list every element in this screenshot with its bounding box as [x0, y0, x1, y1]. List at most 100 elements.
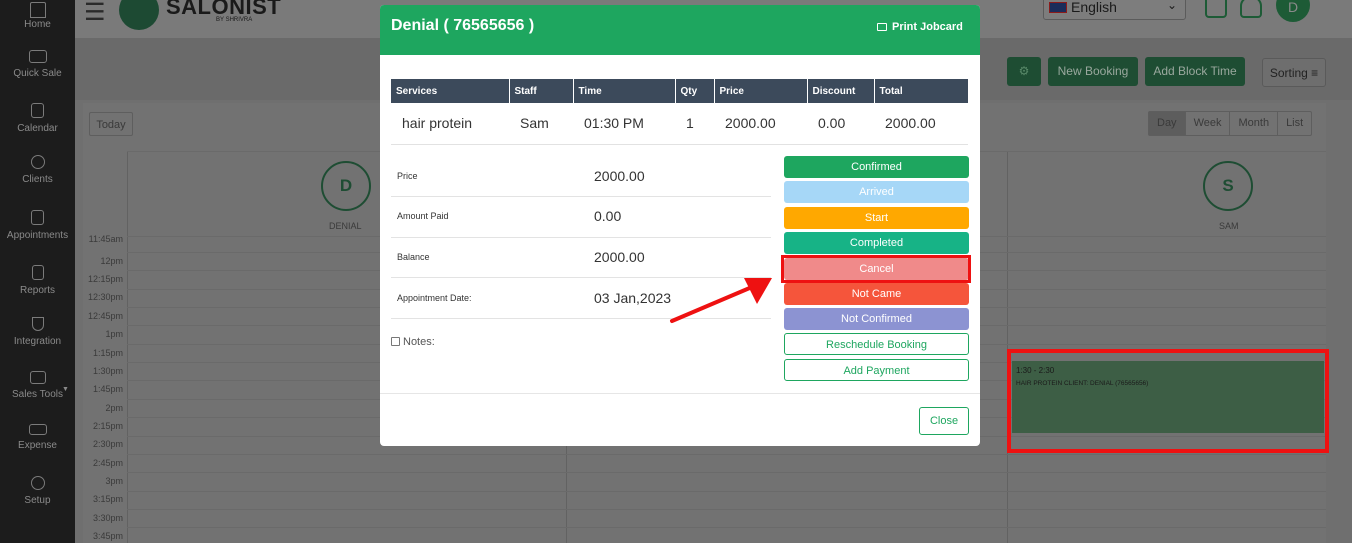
- row-divider: [127, 527, 1326, 528]
- expense-icon: [28, 424, 47, 435]
- sidebar-item-quick-sale[interactable]: Quick Sale: [0, 50, 75, 79]
- staff-name-sam: SAM: [1219, 221, 1239, 231]
- staff-avatar-denial[interactable]: D: [321, 161, 371, 211]
- row-divider: [127, 472, 1326, 473]
- annotation-arrow-icon: [670, 278, 772, 323]
- tab-day[interactable]: Day: [1149, 112, 1185, 135]
- sidebar-item-calendar[interactable]: Calendar: [0, 103, 75, 134]
- appointments-icon: [31, 210, 44, 225]
- modal-footer-divider: [380, 393, 980, 394]
- column-header: Price: [714, 79, 808, 103]
- uk-flag-icon: [1049, 2, 1067, 13]
- confirmed-button[interactable]: Confirmed: [784, 156, 969, 178]
- cell-staff: Sam: [509, 103, 573, 145]
- gear-icon: [30, 476, 45, 490]
- integration-icon: [31, 317, 44, 331]
- not-confirmed-button[interactable]: Not Confirmed: [784, 308, 969, 330]
- column-divider: [1007, 151, 1008, 543]
- quick-sale-icon: [28, 50, 47, 63]
- gear-icon: ⚙: [1018, 64, 1030, 78]
- completed-button[interactable]: Completed: [784, 232, 969, 254]
- column-header: Staff: [509, 79, 574, 103]
- time-slot: 2pm: [105, 403, 123, 413]
- sidebar-item-expense[interactable]: Expense: [0, 424, 75, 451]
- divider: [391, 196, 771, 197]
- sidebar-item-reports[interactable]: Reports: [0, 265, 75, 296]
- time-slot: 2:45pm: [92, 458, 123, 468]
- time-slot: 1pm: [105, 329, 123, 339]
- modal-title: Denial ( 76565656 ): [391, 17, 535, 34]
- time-slot: 1:45pm: [92, 384, 123, 394]
- sorting-button[interactable]: Sorting ≡: [1262, 58, 1326, 87]
- sidebar-item-setup[interactable]: Setup: [0, 476, 75, 506]
- appointment-date-label: Appointment Date:: [397, 293, 472, 303]
- sidebar-item-clients[interactable]: Clients: [0, 155, 75, 185]
- time-slot: 1:15pm: [92, 348, 123, 358]
- add-block-time-button[interactable]: Add Block Time: [1145, 57, 1245, 86]
- new-booking-button[interactable]: New Booking: [1048, 57, 1138, 86]
- column-divider: [127, 151, 128, 543]
- modal-header: Denial ( 76565656 ) Print Jobcard: [380, 5, 980, 55]
- cell-qty: 1: [675, 103, 714, 145]
- tab-week[interactable]: Week: [1184, 112, 1230, 135]
- balance-label: Balance: [397, 252, 430, 262]
- messages-icon[interactable]: [1205, 0, 1227, 18]
- cell-time: 01:30 PM: [573, 103, 675, 145]
- sidebar-label: Home: [24, 19, 51, 30]
- staff-avatar-sam[interactable]: S: [1203, 161, 1253, 211]
- reports-icon: [31, 265, 44, 280]
- logo-subtitle: BY SHRIVRA: [216, 17, 253, 23]
- cell-price: 2000.00: [714, 103, 807, 145]
- services-table: Services Staff Time Qty Price Discount T…: [391, 79, 968, 145]
- time-column: 11:45am 12pm 12:15pm 12:30pm 12:45pm 1pm…: [83, 234, 127, 543]
- sidebar-label: Reports: [19, 285, 55, 296]
- sidebar: Home Quick Sale Calendar Clients Appoint…: [0, 0, 75, 543]
- cell-service: hair protein: [391, 103, 509, 145]
- time-slot: 1:30pm: [92, 366, 123, 376]
- menu-icon[interactable]: ☰: [84, 0, 106, 27]
- amount-paid-value: 0.00: [594, 208, 622, 224]
- print-jobcard-button[interactable]: Print Jobcard: [877, 21, 963, 33]
- sidebar-label: Appointments: [6, 230, 69, 241]
- time-slot: 2:30pm: [92, 439, 123, 449]
- chevron-down-icon: ▼: [62, 386, 69, 393]
- edit-icon: [391, 337, 400, 346]
- column-header: Time: [573, 79, 676, 103]
- bell-icon[interactable]: [1240, 0, 1262, 18]
- today-button[interactable]: Today: [89, 112, 133, 136]
- sidebar-label: Expense: [18, 440, 57, 451]
- home-icon: [29, 2, 46, 18]
- row-divider: [127, 454, 1326, 455]
- sidebar-item-home[interactable]: Home: [0, 2, 75, 30]
- tab-list[interactable]: List: [1277, 112, 1311, 135]
- time-slot: 12:45pm: [87, 311, 123, 321]
- highlight-box-cancel: [781, 255, 971, 283]
- print-icon: [877, 23, 887, 31]
- close-button[interactable]: Close: [919, 407, 969, 435]
- notes[interactable]: Notes:: [391, 336, 435, 348]
- arrived-button[interactable]: Arrived: [784, 181, 969, 203]
- settings-button[interactable]: ⚙: [1007, 57, 1041, 86]
- sidebar-label: Setup: [24, 495, 51, 506]
- not-came-button[interactable]: Not Came: [784, 283, 969, 305]
- column-header: Discount: [807, 79, 875, 103]
- time-slot: 12:15pm: [87, 274, 123, 284]
- price-label: Price: [397, 171, 418, 181]
- language-select[interactable]: English ⌄: [1043, 0, 1186, 20]
- view-tabs: Day Week Month List: [1148, 111, 1313, 136]
- sidebar-item-integration[interactable]: Integration: [0, 317, 75, 347]
- divider: [391, 237, 771, 238]
- sidebar-label: Calendar: [17, 123, 58, 134]
- add-payment-button[interactable]: Add Payment: [784, 359, 969, 381]
- column-header: Total: [874, 79, 968, 103]
- amount-paid-label: Amount Paid: [397, 211, 449, 221]
- tab-month[interactable]: Month: [1229, 112, 1277, 135]
- reschedule-booking-button[interactable]: Reschedule Booking: [784, 333, 969, 355]
- calendar-icon: [31, 103, 44, 118]
- start-button[interactable]: Start: [784, 207, 969, 229]
- time-slot: 3:15pm: [92, 494, 123, 504]
- sidebar-item-appointments[interactable]: Appointments: [0, 210, 75, 241]
- row-divider: [127, 509, 1326, 510]
- time-slot: 3:30pm: [92, 513, 123, 523]
- column-header: Services: [391, 79, 510, 103]
